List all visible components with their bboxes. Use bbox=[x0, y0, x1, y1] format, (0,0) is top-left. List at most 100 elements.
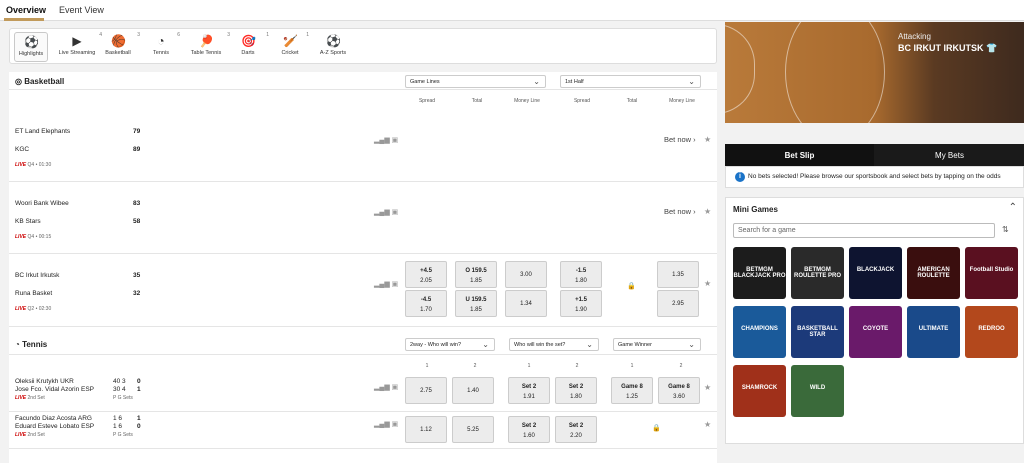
game-name: BETMGM BLACKJACK PRO bbox=[733, 267, 786, 279]
stats-icon[interactable]: ▂▄▆ ▣ bbox=[374, 208, 398, 216]
match-row[interactable]: Woori Bank Wibee 83 KB Stars 58 LIVE Q4 • 00… bbox=[9, 182, 717, 254]
section-header: ◎ Basketball Game Lines ⌄ 1st Half ⌄ bbox=[9, 72, 717, 90]
sport-cricket[interactable]: 🏏 Cricket 1 bbox=[275, 32, 309, 62]
odds-button[interactable]: +4.5 2.05 bbox=[405, 261, 447, 288]
odds-price: 2.05 bbox=[420, 278, 432, 284]
stats-icon[interactable]: ▂▄▆ ▣ bbox=[374, 383, 398, 391]
favorite-star-icon[interactable]: ★ bbox=[704, 420, 711, 429]
column-header: Spread bbox=[418, 98, 436, 104]
game-name: BETMGM ROULETTE PRO bbox=[793, 267, 841, 279]
odds-button[interactable]: Set 2 1.60 bbox=[508, 416, 550, 443]
game-tile[interactable]: CHAMPIONS bbox=[733, 306, 786, 358]
market-select-2[interactable]: 1st Half ⌄ bbox=[560, 75, 701, 88]
odds-button[interactable]: 1.12 bbox=[405, 416, 447, 443]
column-header: 1 bbox=[527, 363, 531, 369]
game-tile[interactable]: COYOTE bbox=[849, 306, 902, 358]
game-tile[interactable]: BLACKJACK bbox=[849, 247, 902, 299]
game-name: ULTIMATE bbox=[918, 326, 949, 332]
bet-now-link[interactable]: Bet now › bbox=[664, 207, 696, 216]
odds-button[interactable]: 1.35 bbox=[657, 261, 699, 288]
tab-my-bets[interactable]: My Bets bbox=[875, 151, 1024, 160]
odds-line: U 159.5 bbox=[465, 297, 487, 303]
game-tile[interactable]: BETMGM BLACKJACK PRO bbox=[733, 247, 786, 299]
betslip-tabs: Bet Slip My Bets bbox=[725, 144, 1024, 166]
game-tile[interactable]: REDROO bbox=[965, 306, 1018, 358]
odds-button[interactable]: O 159.5 1.85 bbox=[455, 261, 497, 288]
odds-button[interactable]: Game 8 1.25 bbox=[611, 377, 653, 404]
game-tile[interactable]: SHAMROCK bbox=[733, 365, 786, 417]
odds-line: Set 2 bbox=[521, 423, 537, 429]
sport-live-streaming[interactable]: ▶ Live Streaming 4 bbox=[56, 32, 102, 62]
sport-count: 1 bbox=[306, 32, 309, 38]
odds-button[interactable]: 2.95 bbox=[657, 290, 699, 317]
odds-button[interactable]: Set 2 2.20 bbox=[555, 416, 597, 443]
odds-button[interactable]: 3.00 bbox=[505, 261, 547, 288]
tab-overview[interactable]: Overview bbox=[6, 5, 46, 15]
market-select-2[interactable]: Who will win the set? ⌄ bbox=[509, 338, 599, 351]
odds-button[interactable]: 1.34 bbox=[505, 290, 547, 317]
tracker-team: BC IRKUT IRKUTSK 👕 bbox=[898, 43, 998, 53]
empty-betslip-message: i No bets selected! Please browse our sp… bbox=[725, 166, 1024, 188]
sport-label: Live Streaming bbox=[58, 50, 96, 56]
favorite-star-icon[interactable]: ★ bbox=[704, 207, 711, 216]
team-name: KGC bbox=[15, 146, 30, 153]
stats-icon[interactable]: ▂▄▆ ▣ bbox=[374, 280, 398, 288]
game-tile[interactable]: ULTIMATE bbox=[907, 306, 960, 358]
game-tile[interactable]: WILD bbox=[791, 365, 844, 417]
odds-price: 1.34 bbox=[520, 301, 532, 307]
sport-az-sports[interactable]: ⚽ A-Z Sports bbox=[314, 32, 352, 62]
odds-line: Game 8 bbox=[621, 384, 643, 390]
sport-basketball[interactable]: 🏀 Basketball 3 bbox=[100, 32, 140, 62]
section-title: ◎ Basketball bbox=[15, 77, 65, 86]
odds-button[interactable]: 1.40 bbox=[452, 377, 494, 404]
match-row[interactable]: BC Irkut Irkutsk 35 Runa Basket 32 LIVE Q2 •… bbox=[9, 254, 717, 327]
favorite-star-icon[interactable]: ★ bbox=[704, 279, 711, 288]
favorite-star-icon[interactable]: ★ bbox=[704, 383, 711, 392]
stats-icon[interactable]: ▂▄▆ ▣ bbox=[374, 136, 398, 144]
odds-button[interactable]: Set 2 1.91 bbox=[508, 377, 550, 404]
game-tile[interactable]: Football Studio bbox=[965, 247, 1018, 299]
game-tile[interactable]: BASKETBALL STAR bbox=[791, 306, 844, 358]
game-tile[interactable]: BETMGM ROULETTE PRO bbox=[791, 247, 844, 299]
match-row[interactable]: Facundo Diaz Acosta ARG Eduard Esteve Lob… bbox=[9, 412, 717, 449]
sort-icon[interactable]: ⇅ bbox=[1002, 225, 1009, 234]
odds-button[interactable]: 5.25 bbox=[452, 416, 494, 443]
stats-icon[interactable]: ▂▄▆ ▣ bbox=[374, 420, 398, 428]
odds-button[interactable]: -1.5 1.80 bbox=[560, 261, 602, 288]
odds-line: +1.5 bbox=[575, 297, 587, 303]
live-streaming-icon: ▶ bbox=[72, 34, 82, 48]
game-tile[interactable]: AMERICAN ROULETTE bbox=[907, 247, 960, 299]
favorite-star-icon[interactable]: ★ bbox=[704, 135, 711, 144]
sport-highlights[interactable]: ⚽ Highlights bbox=[14, 32, 48, 62]
bet-now-link[interactable]: Bet now › bbox=[664, 135, 696, 144]
market-select-1[interactable]: 2way - Who will win? ⌄ bbox=[405, 338, 495, 351]
match-row[interactable]: Oleksii Krutykh UKR Jose Fco. Vidal Azori… bbox=[9, 375, 717, 412]
team-name: ET Land Elephants bbox=[15, 128, 71, 135]
odds-button[interactable]: 2.75 bbox=[405, 377, 447, 404]
tab-bet-slip[interactable]: Bet Slip bbox=[725, 144, 874, 166]
odds-button[interactable]: Set 2 1.80 bbox=[555, 377, 597, 404]
score-labels: P G Sets bbox=[113, 395, 133, 401]
market-select-1[interactable]: Game Lines ⌄ bbox=[405, 75, 546, 88]
odds-price: 1.80 bbox=[575, 278, 587, 284]
sport-tennis[interactable]: ◔ Tennis 6 bbox=[146, 32, 180, 62]
odds-button[interactable]: +1.5 1.90 bbox=[560, 290, 602, 317]
column-header: Money Line bbox=[514, 98, 540, 104]
sport-darts[interactable]: 🎯 Darts 1 bbox=[231, 32, 269, 62]
tab-event-view[interactable]: Event View bbox=[59, 5, 104, 15]
tennis-icon: ◔ bbox=[157, 34, 165, 48]
match-row[interactable]: ET Land Elephants 79 KGC 89 LIVE Q4 • 01:30 ▂… bbox=[9, 110, 717, 182]
market-select-3[interactable]: Game Winner ⌄ bbox=[613, 338, 701, 351]
collapse-icon[interactable]: ⌃ bbox=[1009, 202, 1017, 213]
match-clock: Q2 • 02:30 bbox=[27, 306, 52, 312]
game-name: BLACKJACK bbox=[856, 267, 895, 273]
odds-button[interactable]: -4.5 1.70 bbox=[405, 290, 447, 317]
sport-table-tennis[interactable]: 🏓 Table Tennis 3 bbox=[186, 32, 230, 62]
sets-won: 1 bbox=[137, 386, 141, 393]
game-name: COYOTE bbox=[862, 326, 889, 332]
section-header: ◔ Tennis 2way - Who will win? ⌄ Who will … bbox=[9, 333, 717, 355]
game-search-input[interactable]: Search for a game bbox=[733, 223, 995, 238]
odds-button[interactable]: Game 8 3.60 bbox=[658, 377, 700, 404]
odds-button[interactable]: U 159.5 1.85 bbox=[455, 290, 497, 317]
team-score: 58 bbox=[133, 218, 141, 225]
